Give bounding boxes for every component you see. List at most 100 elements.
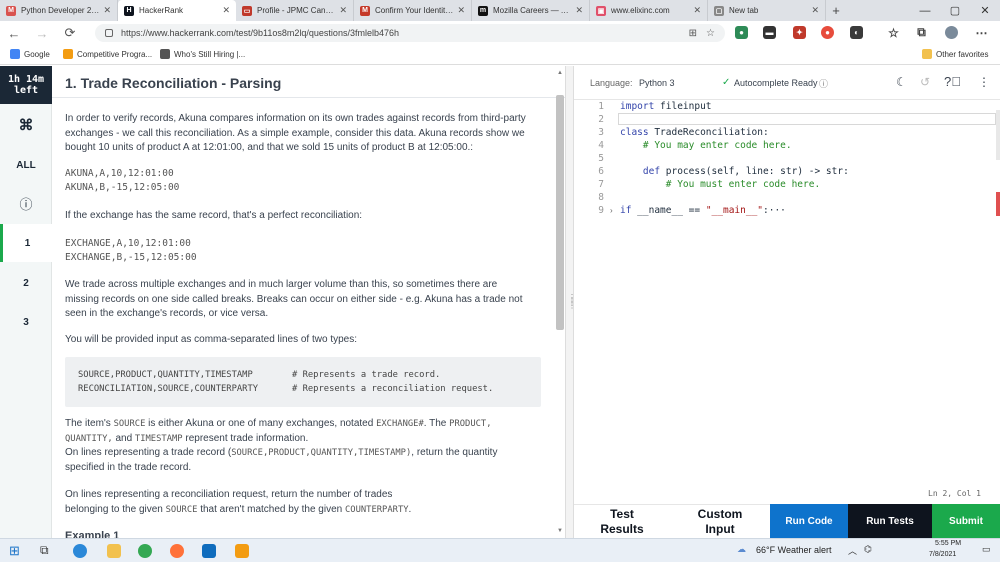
- browser-tab-active[interactable]: H HackerRank ✕: [118, 0, 236, 21]
- run-code-button[interactable]: Run Code: [770, 504, 848, 538]
- code-line[interactable]: def process(self, line: str) -> str:: [620, 166, 849, 177]
- tab-test-results[interactable]: Test Results: [574, 504, 670, 538]
- scroll-up-icon[interactable]: ▲: [557, 70, 563, 76]
- close-tab-icon[interactable]: ✕: [339, 5, 347, 16]
- editor-scrollbar[interactable]: [996, 110, 1000, 160]
- code-token: def: [620, 166, 661, 177]
- file-explorer-icon[interactable]: [107, 544, 121, 558]
- gmail-favicon-icon: M: [6, 5, 16, 16]
- code-line[interactable]: # You may enter code here.: [620, 140, 792, 151]
- format-comment: # Represents a reconciliation request.: [292, 384, 494, 394]
- close-tab-icon[interactable]: ✕: [222, 5, 230, 16]
- help-icon[interactable]: ?⃝: [944, 74, 961, 89]
- problem-scrollbar[interactable]: [556, 95, 564, 330]
- code-line[interactable]: class TradeReconciliation:: [620, 127, 769, 138]
- code-editor[interactable]: 1 import fileinput 2 3 class TradeReconcilia…: [574, 100, 1000, 500]
- back-icon[interactable]: ←: [0, 26, 28, 41]
- minimize-icon[interactable]: —: [910, 0, 940, 21]
- nav-question-1[interactable]: 1: [0, 224, 52, 262]
- browser-tab[interactable]: m Mozilla Careers — All… ✕: [472, 0, 590, 21]
- forward-icon[interactable]: →: [28, 26, 56, 41]
- line-number: 5: [598, 153, 604, 164]
- firefox-icon[interactable]: [170, 544, 184, 558]
- paragraph: You will be provided input as comma-sepa…: [65, 334, 358, 345]
- windows-start-icon[interactable]: ⊞: [9, 543, 20, 559]
- line-number: 9: [598, 205, 604, 216]
- other-favorites[interactable]: Other favorites: [922, 49, 988, 59]
- fold-chevron-icon[interactable]: ›: [610, 206, 613, 215]
- settings-more-icon[interactable]: ⋮: [978, 75, 990, 89]
- code-line[interactable]: # You must enter code here.: [620, 179, 820, 190]
- close-window-icon[interactable]: ✕: [970, 0, 1000, 21]
- code-token: __name__ ==: [631, 205, 706, 216]
- chrome-icon[interactable]: [138, 544, 152, 558]
- clock-time[interactable]: 5:55 PM: [935, 540, 961, 547]
- new-tab-button[interactable]: +: [826, 0, 846, 21]
- clock-date[interactable]: 7/8/2021: [929, 551, 956, 558]
- language-select[interactable]: Python 3: [639, 78, 675, 88]
- pane-splitter[interactable]: ⋮ ⋮ ⋮: [565, 66, 576, 538]
- nav-question-2[interactable]: 2: [0, 264, 52, 302]
- maximize-icon[interactable]: ▢: [940, 0, 970, 21]
- format-line: SOURCE,PRODUCT,QUANTITY,TIMESTAMP: [78, 370, 253, 380]
- code-token: process(self, line: str) -> str:: [660, 166, 849, 177]
- profile-avatar[interactable]: [945, 26, 958, 39]
- info-icon[interactable]: ⓘ: [819, 77, 828, 90]
- reload-icon[interactable]: ⟳: [56, 25, 84, 41]
- browser-tab[interactable]: ▭ Profile - JPMC Candid… ✕: [236, 0, 354, 21]
- timer-text: 1h 14m left: [7, 74, 45, 96]
- qr-code-icon[interactable]: ⊞: [689, 28, 697, 39]
- inline-code: SOURCE: [165, 504, 198, 515]
- extension-icon[interactable]: ▬: [763, 26, 776, 39]
- code-token: class: [620, 127, 649, 138]
- browser-tab[interactable]: ▢ New tab ✕: [708, 0, 826, 21]
- extension-icon[interactable]: ✦: [793, 26, 806, 39]
- code-line[interactable]: import fileinput: [620, 101, 712, 112]
- run-tests-button[interactable]: Run Tests: [848, 504, 932, 538]
- theme-toggle-icon[interactable]: ☾: [896, 75, 907, 89]
- network-icon[interactable]: ⌬: [864, 544, 872, 555]
- favorites-icon[interactable]: ☆: [887, 26, 900, 40]
- tab-title: Mozilla Careers — All…: [493, 6, 573, 15]
- line-number: 8: [598, 192, 604, 203]
- tab-custom-input[interactable]: Custom Input: [670, 504, 770, 538]
- nav-all[interactable]: ALL: [0, 146, 52, 184]
- task-view-icon[interactable]: ⧉: [40, 543, 49, 558]
- inline-code: QUANTITY,: [65, 433, 113, 444]
- adblock-icon[interactable]: ●: [821, 26, 834, 39]
- close-tab-icon[interactable]: ✕: [693, 5, 701, 16]
- weather-text[interactable]: 66°F Weather alert: [756, 545, 831, 555]
- format-spec: SOURCE,PRODUCT,QUANTITY,TIMESTAMP: [78, 370, 253, 380]
- sublime-text-icon[interactable]: [235, 544, 249, 558]
- submit-button[interactable]: Submit: [932, 504, 1000, 538]
- bookmark-item[interactable]: Who's Still Hiring |...: [160, 49, 245, 59]
- notification-icon[interactable]: ▭: [982, 544, 991, 555]
- scroll-down-icon[interactable]: ▼: [557, 528, 563, 534]
- collections-icon[interactable]: ⧉: [915, 25, 928, 39]
- browser-tab[interactable]: M Confirm Your Identity… ✕: [354, 0, 472, 21]
- close-tab-icon[interactable]: ✕: [103, 5, 111, 16]
- url-input[interactable]: https://www.hackerrank.com/test/9b11os8m…: [95, 24, 725, 42]
- close-tab-icon[interactable]: ✕: [575, 5, 583, 16]
- close-tab-icon[interactable]: ✕: [457, 5, 465, 16]
- close-tab-icon[interactable]: ✕: [811, 5, 819, 16]
- browser-tab[interactable]: M Python Developer 20… ✕: [0, 0, 118, 21]
- gmail-favicon-icon: M: [360, 5, 370, 16]
- edge-icon[interactable]: [73, 544, 87, 558]
- favorite-star-icon[interactable]: ☆: [706, 28, 715, 39]
- bookmark-item[interactable]: Google: [10, 49, 50, 59]
- more-menu-icon[interactable]: ⋯: [975, 26, 988, 40]
- code-token: "__main__": [705, 205, 764, 216]
- extension-icon[interactable]: ●: [735, 26, 748, 39]
- nav-question-3[interactable]: 3: [0, 303, 52, 341]
- browser-tab[interactable]: ▣ www.elixinc.com ✕: [590, 0, 708, 21]
- code-line[interactable]: if __name__ == "__main__":···: [620, 205, 786, 216]
- tray-chevron-icon[interactable]: ︿: [848, 544, 857, 557]
- extension-icon[interactable]: ◐: [850, 26, 863, 39]
- tab-title: www.elixinc.com: [611, 6, 670, 15]
- outlook-icon[interactable]: [202, 544, 216, 558]
- info-icon[interactable]: ⓘ: [0, 184, 52, 222]
- bookmark-item[interactable]: Competitive Progra...: [63, 49, 152, 59]
- command-icon[interactable]: ⌘: [0, 106, 52, 144]
- restore-icon[interactable]: ↺: [920, 75, 930, 89]
